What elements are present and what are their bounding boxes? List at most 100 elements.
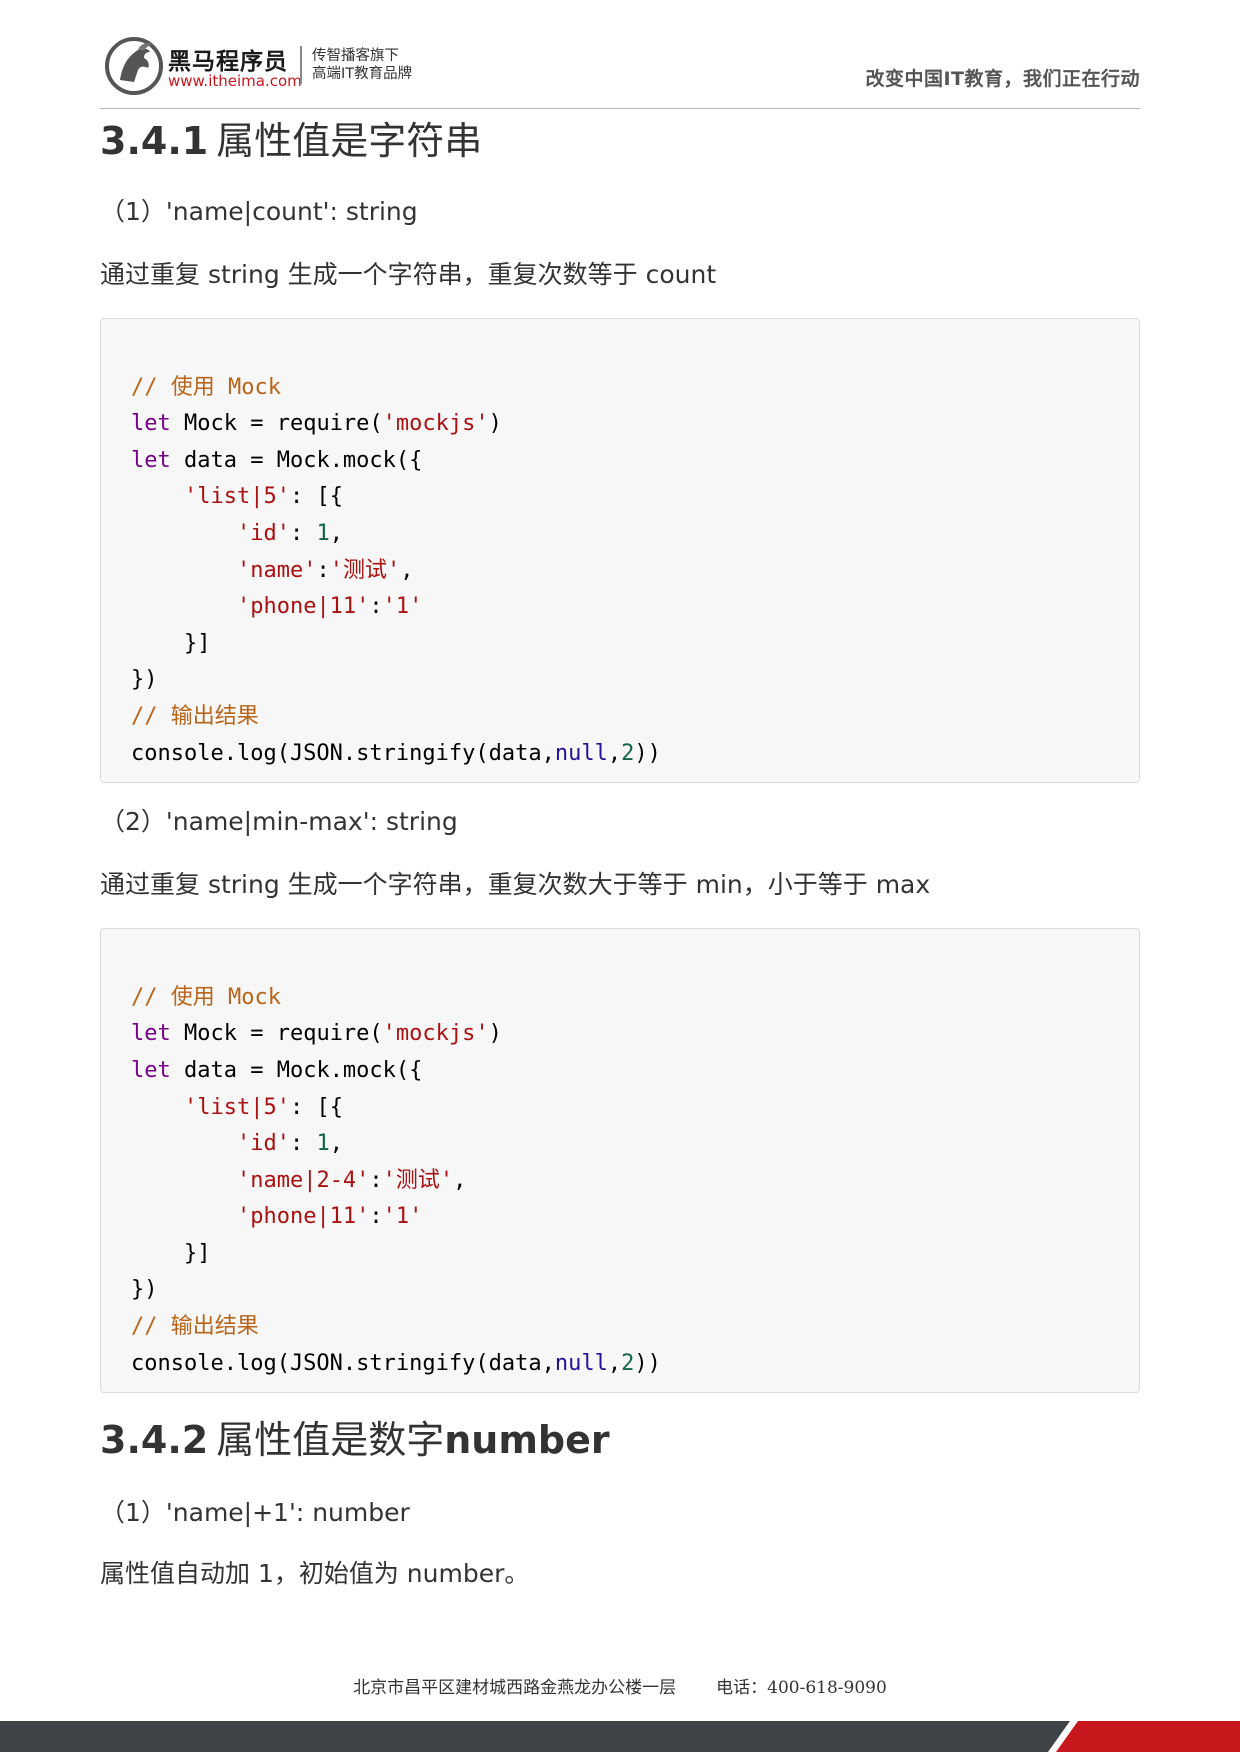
- brand-url: www.itheima.com: [168, 72, 302, 90]
- code-comment: // 使用 Mock: [131, 984, 281, 1010]
- code-string: '测试': [329, 557, 401, 583]
- code-line: let Mock = require('mockjs'): [131, 406, 1109, 443]
- code-block: // 使用 Mock let Mock = require('mockjs') le…: [100, 928, 1140, 1394]
- code-line: }]: [131, 1236, 1109, 1273]
- code-comment: // 使用 Mock: [131, 374, 281, 400]
- code-text: console.log(JSON.stringify(data,: [131, 740, 555, 766]
- code-string: 'mockjs': [382, 1021, 489, 1047]
- page-footer: 北京市昌平区建材城西路金燕龙办公楼一层 电话：400-618-9090: [0, 1673, 1240, 1698]
- code-text: :: [369, 594, 383, 620]
- section-number: 3.4.1: [100, 119, 209, 163]
- code-string: 'id': [236, 520, 290, 546]
- code-text: ,: [453, 1167, 467, 1193]
- code-line: console.log(JSON.stringify(data,null,2)): [131, 736, 1109, 773]
- code-line: }): [131, 1272, 1109, 1309]
- code-text: }]: [183, 1240, 211, 1266]
- code-text: data = Mock.mock({: [170, 1057, 423, 1083]
- brand-name: 黑马程序员: [168, 49, 288, 75]
- code-string: 'phone|11': [236, 1204, 370, 1230]
- code-line: 'name':'测试',: [131, 553, 1109, 590]
- code-text: ,: [329, 1131, 343, 1157]
- rule-description: 属性值自动加 1，初始值为 number。: [100, 1559, 530, 1589]
- code-number: 2: [621, 1350, 635, 1376]
- section-number: 3.4.2: [100, 1418, 209, 1463]
- code-text: Mock = require(: [170, 411, 383, 437]
- code-text: )): [634, 1350, 661, 1376]
- code-string: 'list|5': [183, 484, 290, 510]
- code-null: null: [554, 740, 608, 766]
- rule-description: 通过重复 string 生成一个字符串，重复次数等于 count: [100, 260, 717, 289]
- code-text: :: [369, 1204, 383, 1230]
- code-string: '测试': [382, 1167, 454, 1193]
- code-line: 'id': 1,: [131, 516, 1109, 553]
- code-text: }]: [183, 630, 211, 656]
- rule-item: （2）'name|min-max': string: [100, 807, 458, 837]
- code-text: :: [369, 1167, 383, 1193]
- code-keyword: let: [131, 1021, 171, 1047]
- code-line: 'name|2-4':'测试',: [131, 1163, 1109, 1200]
- code-text: :: [316, 557, 330, 583]
- section-title: 属性值是数字: [216, 1418, 445, 1463]
- code-keyword: let: [131, 447, 171, 473]
- footer-bar: [0, 1721, 1240, 1752]
- code-text: }): [131, 667, 158, 693]
- code-text: }): [131, 1277, 158, 1303]
- footer-phone: 电话：400-618-9090: [716, 1678, 887, 1698]
- tagline-line-2: 高端IT教育品牌: [312, 66, 413, 82]
- code-string: 'mockjs': [382, 411, 489, 437]
- header-slogan: 改变中国IT教育，我们正在行动: [865, 68, 1140, 90]
- code-line: 'list|5': [{: [131, 479, 1109, 516]
- footer-address: 北京市昌平区建材城西路金燕龙办公楼一层: [353, 1678, 677, 1698]
- code-text: ,: [329, 520, 343, 546]
- code-line: // 使用 Mock: [131, 370, 1109, 407]
- code-keyword: let: [131, 1057, 171, 1083]
- brand-divider: [300, 46, 302, 84]
- code-line: // 使用 Mock: [131, 980, 1109, 1017]
- code-line: console.log(JSON.stringify(data,null,2)): [131, 1346, 1109, 1383]
- code-line: 'phone|11':'1': [131, 1199, 1109, 1236]
- code-text: console.log(JSON.stringify(data,: [131, 1350, 555, 1376]
- code-line: let Mock = require('mockjs'): [131, 1016, 1109, 1053]
- code-number: 2: [621, 740, 635, 766]
- code-keyword: let: [131, 411, 171, 437]
- section-heading-342: 3.4.2 属性值是数字number: [100, 1405, 1140, 1475]
- code-string: 'name|2-4': [236, 1167, 370, 1193]
- footer-bar-red: [1056, 1721, 1240, 1752]
- brand-tagline: 传智播客旗下 高端IT教育品牌: [312, 47, 412, 83]
- code-line: let data = Mock.mock({: [131, 443, 1109, 480]
- code-line: // 输出结果: [131, 699, 1109, 736]
- code-null: null: [554, 1350, 608, 1376]
- code-text: : [{: [289, 484, 343, 510]
- code-text: :: [289, 520, 317, 546]
- code-block: // 使用 Mock let Mock = require('mockjs') le…: [100, 318, 1140, 784]
- code-line: 'list|5': [{: [131, 1090, 1109, 1127]
- code-text: data = Mock.mock({: [170, 447, 423, 473]
- code-comment: // 输出结果: [131, 1314, 259, 1340]
- code-text: ): [488, 411, 502, 437]
- rule-item: （1）'name|+1': number: [100, 1498, 410, 1528]
- code-line: 'phone|11':'1': [131, 589, 1109, 626]
- code-text: Mock = require(: [170, 1021, 383, 1047]
- code-string: 'name': [236, 557, 317, 583]
- code-string: 'list|5': [183, 1094, 290, 1120]
- code-line: }]: [131, 626, 1109, 663]
- horse-logo-icon: [105, 37, 163, 95]
- code-comment: // 输出结果: [131, 703, 259, 729]
- code-text: ,: [607, 740, 622, 766]
- rule-item: （1）'name|count': string: [100, 197, 418, 226]
- code-text: ,: [400, 557, 414, 583]
- page-content: 3.4.1 属性值是字符串 （1）'name|count': string 通过重…: [100, 110, 1140, 1592]
- code-line: // 输出结果: [131, 1309, 1109, 1346]
- page-header: 黑马程序员 www.itheima.com 传智播客旗下 高端IT教育品牌 改变…: [100, 30, 1140, 109]
- section-title: 属性值是字符串: [216, 119, 483, 163]
- section-title-bold: number: [444, 1418, 610, 1463]
- code-text: )): [634, 740, 661, 766]
- code-line: }): [131, 662, 1109, 699]
- code-text: ,: [607, 1350, 622, 1376]
- code-text: ): [488, 1021, 502, 1047]
- code-string: '1': [382, 594, 423, 620]
- code-string: 'phone|11': [236, 594, 370, 620]
- code-string: '1': [382, 1204, 423, 1230]
- code-number: 1: [316, 1131, 330, 1157]
- code-text: : [{: [289, 1094, 343, 1120]
